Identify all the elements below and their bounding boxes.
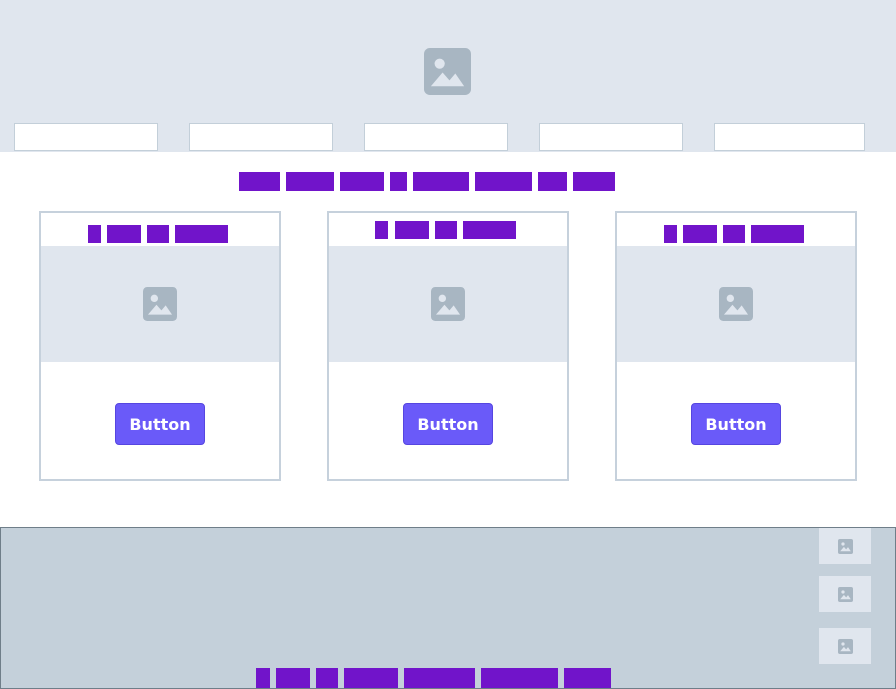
footer-thumbnail[interactable] <box>819 628 871 664</box>
image-placeholder-icon <box>143 287 177 321</box>
heading-word <box>340 172 384 191</box>
card-title-word <box>463 221 516 239</box>
card-title-word <box>683 225 717 243</box>
card-title-word <box>723 225 745 243</box>
heading-word <box>286 172 334 191</box>
page-root: Button Button Button <box>0 0 896 689</box>
footer-thumbnail[interactable] <box>819 576 871 612</box>
card-title-word <box>375 221 388 239</box>
product-card: Button <box>615 211 857 481</box>
heading-word <box>239 172 280 191</box>
heading-word <box>390 172 407 191</box>
heading-word <box>475 172 532 191</box>
footer-thumbnail[interactable] <box>819 528 871 564</box>
heading-word <box>573 172 615 191</box>
hero-field-2[interactable] <box>189 123 333 151</box>
footer-word <box>344 668 398 688</box>
card-title-word <box>751 225 804 243</box>
card-title-word <box>435 221 457 239</box>
card-title-word <box>107 225 141 243</box>
heading-word <box>413 172 469 191</box>
hero-banner <box>0 0 896 152</box>
footer-word <box>404 668 475 688</box>
footer-word <box>316 668 338 688</box>
card-image <box>617 246 855 362</box>
product-card: Button <box>327 211 569 481</box>
footer-word <box>256 668 270 688</box>
card-image <box>41 246 279 362</box>
image-placeholder-icon <box>838 587 853 602</box>
image-placeholder-icon <box>838 539 853 554</box>
card-title-word <box>664 225 677 243</box>
card-title-word <box>88 225 101 243</box>
footer-word <box>481 668 558 688</box>
image-placeholder-icon <box>431 287 465 321</box>
hero-field-3[interactable] <box>364 123 508 151</box>
card-title-word <box>147 225 169 243</box>
image-placeholder-icon <box>424 48 471 95</box>
image-placeholder-icon <box>838 639 853 654</box>
card-title-word <box>395 221 429 239</box>
footer <box>0 527 896 689</box>
card-image <box>329 246 567 362</box>
card-button[interactable]: Button <box>403 403 493 445</box>
card-button[interactable]: Button <box>115 403 205 445</box>
product-card: Button <box>39 211 281 481</box>
card-button[interactable]: Button <box>691 403 781 445</box>
hero-field-5[interactable] <box>714 123 865 151</box>
footer-word <box>564 668 611 688</box>
hero-field-4[interactable] <box>539 123 683 151</box>
footer-word <box>276 668 310 688</box>
heading-word <box>538 172 567 191</box>
card-title-word <box>175 225 228 243</box>
hero-field-1[interactable] <box>14 123 158 151</box>
image-placeholder-icon <box>719 287 753 321</box>
